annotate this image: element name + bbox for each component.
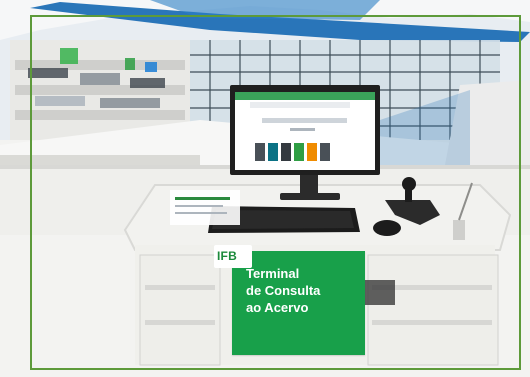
library-terminal-photo: IFB Terminal de Consulta ao Acervo xyxy=(0,0,530,377)
sign-title: Terminal de Consulta ao Acervo xyxy=(246,266,321,315)
institution-logo-text: IFB xyxy=(217,249,237,263)
